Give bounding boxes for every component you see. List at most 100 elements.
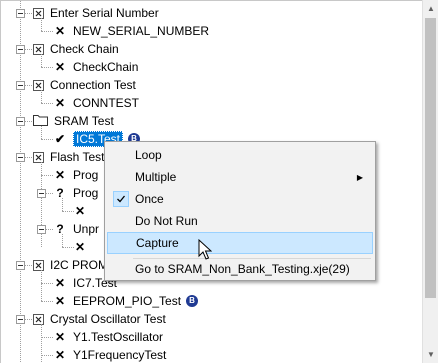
tree-line (41, 324, 42, 363)
tree-item-label: Crystal Oscillator Test (50, 312, 166, 326)
tree-item-label: SRAM Test (54, 114, 114, 128)
not-run-x-icon: ✕ (54, 348, 66, 362)
tree-item-unpr-child[interactable]: ✕ (73, 238, 93, 256)
collapse-toggle[interactable] (16, 117, 25, 126)
tree-item-label: CheckChain (73, 60, 139, 74)
collapse-toggle[interactable] (16, 9, 25, 18)
tree-item-y1-testoscillator[interactable]: ✕ Y1.TestOscillator (53, 328, 163, 346)
tree-item-i2c-prom[interactable]: I2C PROM (33, 256, 108, 274)
check-icon (113, 191, 129, 207)
menu-item-label: Multiple (135, 170, 177, 184)
disabled-test-icon (33, 313, 44, 325)
not-run-x-icon: ✕ (74, 204, 86, 218)
tree-line (20, 1, 21, 363)
tree-item-label: Check Chain (50, 42, 119, 56)
tree-item-label: CONNTEST (73, 96, 139, 110)
menu-item-capture[interactable]: Capture (107, 232, 373, 254)
tree-item-crystal-oscillator-test[interactable]: Crystal Oscillator Test (33, 310, 166, 328)
tree-item-prog-1[interactable]: ✕ Prog (53, 166, 98, 184)
tree-item-eeprom-pio-test[interactable]: ✕ EEPROM_PIO_Test B (53, 292, 199, 310)
tree-line (41, 355, 53, 356)
collapse-toggle[interactable] (16, 45, 25, 54)
question-icon: ? (56, 222, 64, 236)
not-run-x-icon: ✕ (54, 294, 66, 308)
menu-item-label: Once (135, 192, 164, 206)
tree-item-label: Enter Serial Number (50, 6, 159, 20)
disabled-test-icon (33, 79, 44, 91)
scrollbar-thumb[interactable] (425, 18, 436, 298)
menu-item-label: Go to SRAM_Non_Bank_Testing.xje(29) (135, 262, 350, 276)
tree-item-unpr[interactable]: ? Unpr (53, 220, 99, 238)
tree-item-label: Prog (73, 168, 99, 182)
disabled-test-icon (33, 7, 44, 19)
scroll-down-icon[interactable]: ▼ (423, 346, 438, 363)
not-run-x-icon: ✕ (54, 96, 66, 110)
tree-item-label: Prog (73, 186, 99, 200)
tree-item-y1frequencytest[interactable]: ✕ Y1FrequencyTest (53, 346, 166, 363)
tree-item-new-serial-number[interactable]: ✕ NEW_SERIAL_NUMBER (53, 22, 209, 40)
tree-line (41, 175, 53, 176)
tree-line (41, 283, 53, 284)
not-run-x-icon: ✕ (54, 168, 66, 182)
menu-item-label: Do Not Run (135, 214, 198, 228)
menu-item-label: Capture (136, 236, 179, 250)
tree-item-prog-2[interactable]: ? Prog (53, 184, 98, 202)
tree-item-label: Y1.TestOscillator (73, 330, 164, 344)
collapse-toggle[interactable] (16, 315, 25, 324)
not-run-x-icon: ✕ (54, 60, 66, 74)
tree-item-label: Flash Test (50, 150, 105, 164)
tree-line (62, 234, 63, 247)
tree-item-label: I2C PROM (50, 258, 109, 272)
menu-item-multiple[interactable]: Multiple ▶ (107, 166, 373, 188)
scroll-up-icon[interactable]: ▲ (423, 0, 438, 17)
tree-item-conntest[interactable]: ✕ CONNTEST (53, 94, 139, 112)
tree-line (41, 90, 42, 103)
tree-line (41, 139, 53, 140)
mouse-pointer-icon (198, 238, 213, 264)
tree-item-check-chain[interactable]: Check Chain (33, 40, 119, 58)
tree-line (41, 18, 42, 31)
tree-line (41, 54, 42, 67)
tree-line (41, 31, 53, 32)
tree-item-label: NEW_SERIAL_NUMBER (73, 24, 210, 38)
submenu-arrow-icon: ▶ (356, 172, 363, 182)
question-icon: ? (56, 186, 64, 200)
tree-line (41, 301, 53, 302)
tree-line (41, 103, 53, 104)
collapse-toggle[interactable] (37, 225, 46, 234)
not-run-x-icon: ✕ (54, 276, 66, 290)
tree-line (41, 337, 53, 338)
checkmark-icon: ✔ (54, 132, 66, 146)
collapse-toggle[interactable] (16, 153, 25, 162)
bank-badge-icon: B (186, 295, 199, 307)
tree-line (62, 198, 63, 211)
tree-item-label: EEPROM_PIO_Test (73, 294, 182, 308)
menu-item-loop[interactable]: Loop (107, 144, 373, 166)
menu-item-do-not-run[interactable]: Do Not Run (107, 210, 373, 232)
tree-item-prog-2-child[interactable]: ✕ (73, 202, 93, 220)
tree-item-connection-test[interactable]: Connection Test (33, 76, 136, 94)
tree-item-label: Connection Test (50, 78, 136, 92)
menu-item-goto-file[interactable]: Go to SRAM_Non_Bank_Testing.xje(29) (107, 258, 373, 280)
tree-line (41, 270, 42, 301)
menu-item-label: Loop (135, 148, 162, 162)
not-run-x-icon: ✕ (74, 240, 86, 254)
tree-item-checkchain[interactable]: ✕ CheckChain (53, 58, 138, 76)
tree-item-sram-test[interactable]: SRAM Test (33, 112, 114, 130)
collapse-toggle[interactable] (37, 189, 46, 198)
tree-line (41, 126, 42, 139)
tree-item-enter-serial-number[interactable]: Enter Serial Number (33, 4, 159, 22)
tree-item-flash-test[interactable]: Flash Test (33, 148, 104, 166)
tree-item-label: Unpr (73, 222, 100, 236)
disabled-test-icon (33, 259, 44, 271)
not-run-x-icon: ✕ (54, 330, 66, 344)
collapse-toggle[interactable] (16, 261, 25, 270)
disabled-test-icon (33, 43, 44, 55)
menu-item-once[interactable]: Once (107, 188, 373, 210)
tree-item-label: Y1FrequencyTest (73, 348, 167, 362)
context-menu: Loop Multiple ▶ Once Do Not Run Capture … (104, 141, 376, 281)
collapse-toggle[interactable] (16, 81, 25, 90)
not-run-x-icon: ✕ (54, 24, 66, 38)
disabled-test-icon (33, 151, 44, 163)
vertical-scrollbar[interactable]: ▲ ▼ (422, 0, 438, 363)
